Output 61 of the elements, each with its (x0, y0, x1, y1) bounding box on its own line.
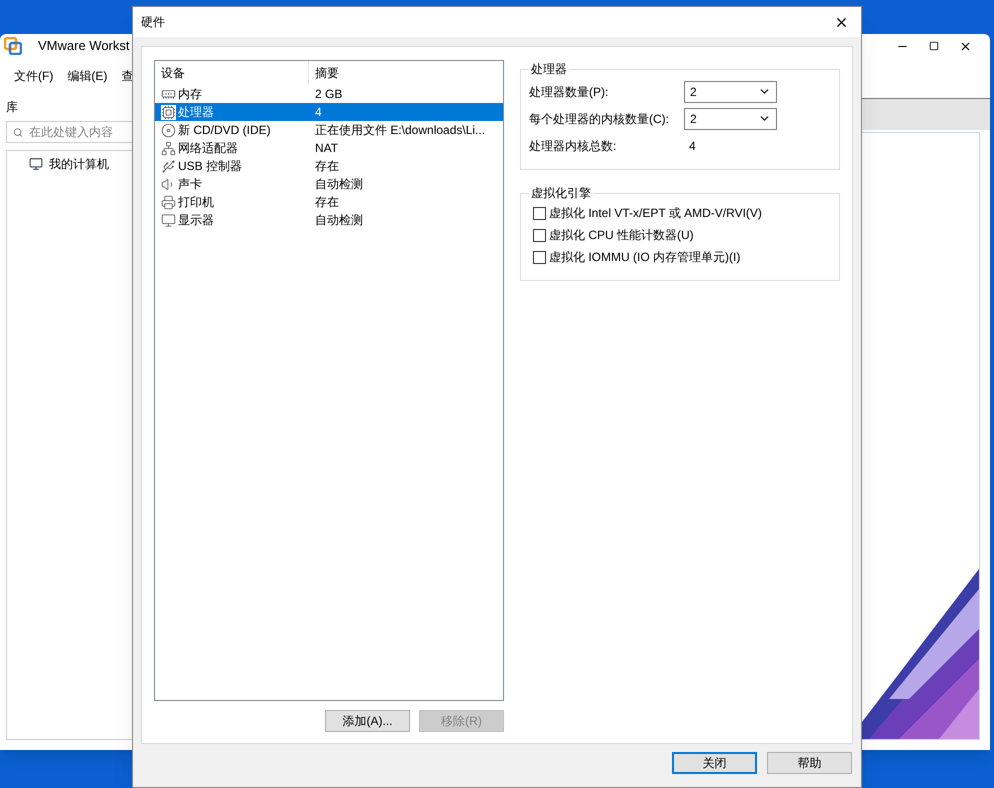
checkbox[interactable] (533, 228, 546, 242)
dialog-title: 硬件 (141, 14, 165, 31)
device-name: 声卡 (178, 176, 202, 193)
dropdown[interactable]: 2 (684, 80, 777, 102)
monitor-icon (161, 212, 176, 228)
checkbox-label: 虚拟化 Intel VT-x/EPT 或 AMD-V/RVI(V) (549, 205, 762, 222)
menu-item[interactable]: 查 (121, 67, 134, 85)
device-row[interactable]: 内存 2 GB (155, 85, 503, 103)
device-row[interactable]: 新 CD/DVD (IDE) 正在使用文件 E:\downloads\Li... (155, 121, 503, 139)
device-row[interactable]: 打印机 存在 (155, 193, 503, 211)
library-label: 库 (6, 99, 19, 116)
device-summary: 存在 (314, 158, 339, 175)
chip-icon (161, 104, 176, 120)
dialog-button[interactable]: 帮助 (767, 752, 852, 774)
device-name: 处理器 (178, 104, 214, 121)
device-summary: 自动检测 (314, 212, 363, 229)
menu-item[interactable]: 编辑(E) (67, 67, 108, 85)
close-icon[interactable] (959, 40, 972, 52)
core-total: 4 (688, 138, 696, 154)
usb-icon (161, 158, 176, 174)
group-title: 处理器 (530, 61, 568, 78)
menu-item[interactable]: 文件(F) (14, 67, 54, 85)
device-row[interactable]: 网络适配器 NAT (155, 139, 503, 157)
device-summary: NAT (314, 140, 338, 157)
device-summary: 自动检测 (314, 176, 363, 193)
dialog-button[interactable]: 添加(A)... (325, 710, 410, 732)
window-title: VMware Workst (38, 37, 130, 56)
device-summary: 存在 (314, 194, 339, 211)
device-row[interactable]: USB 控制器 存在 (155, 157, 503, 175)
printer-icon (161, 194, 176, 210)
device-row[interactable]: 声卡 自动检测 (155, 175, 503, 193)
field-label: 每个处理器的内核数量(C): (529, 110, 670, 128)
network-icon (161, 140, 176, 156)
checkbox-label: 虚拟化 CPU 性能计数器(U) (549, 227, 694, 244)
maximize-icon[interactable] (929, 41, 939, 51)
disc-icon (161, 122, 176, 138)
column-header[interactable]: 摘要 (309, 61, 503, 85)
device-row[interactable]: 处理器 4 (155, 103, 503, 121)
device-row[interactable]: 显示器 自动检测 (155, 211, 503, 229)
checkbox-label: 虚拟化 IOMMU (IO 内存管理单元)(I) (549, 249, 740, 266)
group-title: 虚拟化引擎 (530, 185, 592, 202)
device-name: 新 CD/DVD (IDE) (178, 122, 271, 139)
field-label: 处理器内核总数: (529, 138, 618, 154)
device-name: USB 控制器 (178, 158, 242, 175)
tree-item[interactable]: 我的计算机 (49, 155, 109, 173)
device-name: 打印机 (178, 194, 214, 211)
field-label: 处理器数量(P): (529, 84, 610, 100)
column-header[interactable]: 设备 (155, 61, 309, 85)
computer-icon (29, 157, 43, 171)
search-icon (13, 126, 23, 138)
device-summary: 2 GB (314, 86, 342, 103)
dialog-button[interactable]: 关闭 (672, 752, 757, 774)
logo-icon (4, 37, 22, 55)
checkbox[interactable] (533, 250, 546, 264)
checkbox[interactable] (533, 206, 546, 220)
device-name: 网络适配器 (178, 140, 238, 157)
device-summary: 正在使用文件 E:\downloads\Li... (314, 122, 486, 139)
device-name: 内存 (178, 86, 202, 103)
dropdown[interactable]: 2 (684, 108, 777, 130)
device-summary: 4 (314, 104, 322, 121)
device-name: 显示器 (178, 212, 214, 229)
